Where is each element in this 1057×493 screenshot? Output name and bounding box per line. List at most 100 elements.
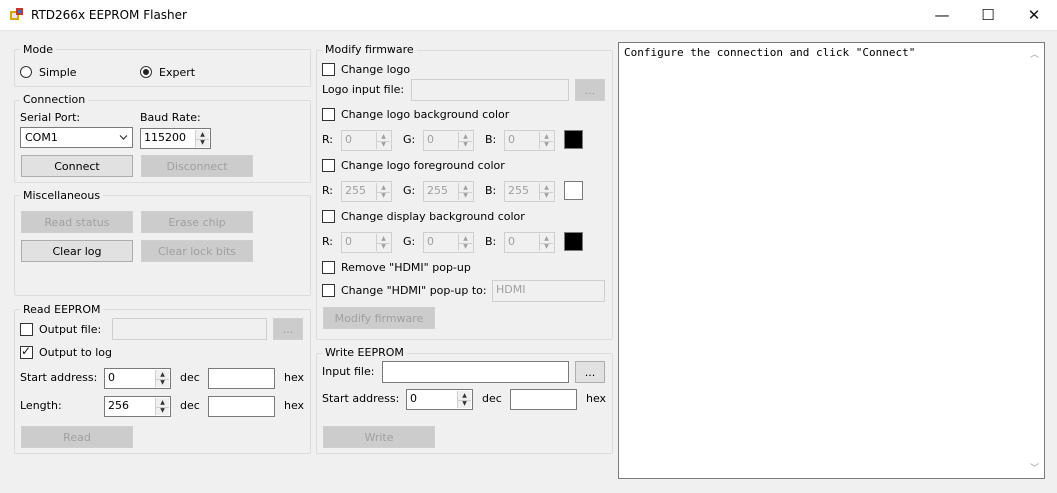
output-to-log-checkbox[interactable] bbox=[20, 344, 33, 359]
remove-hdmi-checkbox[interactable] bbox=[322, 261, 335, 274]
write-start-dec-label: dec bbox=[482, 392, 502, 405]
change-hdmi-checkbox[interactable] bbox=[322, 284, 335, 297]
output-file-checkbox[interactable] bbox=[20, 323, 33, 336]
write-start-hex-input[interactable] bbox=[510, 389, 577, 410]
simple-label[interactable]: Simple bbox=[39, 66, 77, 79]
read-status-button[interactable]: Read status bbox=[21, 211, 133, 233]
write-start-hex-label: hex bbox=[586, 392, 607, 405]
read-start-address-stepper[interactable]: 0 ▲ ▼ bbox=[104, 368, 171, 389]
serial-port-value: COM1 bbox=[25, 131, 58, 144]
output-file-label: Output file: bbox=[39, 323, 102, 336]
logo-input-field[interactable] bbox=[411, 79, 569, 101]
length-label: Length: bbox=[20, 399, 62, 412]
change-display-bg-label: Change display background color bbox=[341, 210, 525, 223]
clear-lock-bits-button[interactable]: Clear lock bits bbox=[141, 240, 253, 262]
spin-down-icon[interactable]: ▼ bbox=[540, 243, 553, 252]
logo-bg-b-stepper[interactable]: 0 ▲ ▼ bbox=[504, 130, 555, 151]
serial-port-label: Serial Port: bbox=[20, 111, 81, 124]
logo-bg-b-label: B: bbox=[485, 133, 497, 146]
spin-down-icon[interactable]: ▼ bbox=[459, 141, 472, 150]
display-bg-color-swatch[interactable] bbox=[564, 232, 583, 251]
close-button[interactable]: ✕ bbox=[1011, 0, 1057, 30]
log-text: Configure the connection and click "Conn… bbox=[624, 46, 916, 59]
expert-label[interactable]: Expert bbox=[159, 66, 195, 79]
minimize-icon: — bbox=[934, 6, 950, 24]
baud-rate-stepper[interactable]: 115200 ▲ ▼ bbox=[140, 128, 211, 149]
log-textarea[interactable]: Configure the connection and click "Conn… bbox=[618, 42, 1045, 479]
logo-fg-r-stepper[interactable]: 255 ▲ ▼ bbox=[341, 181, 392, 202]
change-logo-label: Change logo bbox=[341, 63, 411, 76]
scroll-down-icon[interactable]: ﹀ bbox=[1030, 461, 1039, 474]
logo-fg-g-stepper[interactable]: 255 ▲ ▼ bbox=[423, 181, 474, 202]
modify-firmware-button[interactable]: Modify firmware bbox=[323, 307, 435, 329]
read-start-address-label: Start address: bbox=[20, 371, 98, 384]
window-title: RTD266x EEPROM Flasher bbox=[31, 8, 187, 22]
display-bg-b-value: 0 bbox=[508, 235, 515, 248]
logo-fg-color-swatch[interactable] bbox=[564, 181, 583, 200]
close-icon: ✕ bbox=[1027, 6, 1041, 24]
spin-down-icon[interactable]: ▼ bbox=[377, 243, 390, 252]
disconnect-button[interactable]: Disconnect bbox=[141, 155, 253, 177]
write-start-address-value: 0 bbox=[410, 392, 417, 405]
spin-down-icon[interactable]: ▼ bbox=[156, 379, 169, 388]
read-button[interactable]: Read bbox=[21, 426, 133, 448]
input-file-field[interactable] bbox=[382, 361, 569, 383]
spin-down-icon[interactable]: ▼ bbox=[459, 192, 472, 201]
erase-chip-button[interactable]: Erase chip bbox=[141, 211, 253, 233]
connect-button[interactable]: Connect bbox=[21, 155, 133, 177]
spin-down-icon[interactable]: ▼ bbox=[377, 192, 390, 201]
change-logo-checkbox[interactable] bbox=[322, 63, 335, 76]
change-logo-bg-checkbox[interactable] bbox=[322, 108, 335, 121]
app-icon bbox=[10, 8, 23, 20]
spin-down-icon[interactable]: ▼ bbox=[156, 407, 169, 416]
scroll-up-icon[interactable]: ︿ bbox=[1030, 47, 1039, 60]
display-bg-g-label: G: bbox=[403, 235, 416, 248]
output-file-input[interactable] bbox=[112, 318, 267, 340]
logo-bg-color-swatch[interactable] bbox=[564, 130, 583, 149]
logo-bg-g-stepper[interactable]: 0 ▲ ▼ bbox=[423, 130, 474, 151]
maximize-icon: ☐ bbox=[981, 6, 995, 24]
display-bg-b-stepper[interactable]: 0 ▲ ▼ bbox=[504, 232, 555, 253]
change-display-bg-checkbox[interactable] bbox=[322, 210, 335, 223]
logo-browse-button[interactable]: ... bbox=[575, 79, 605, 101]
minimize-button[interactable]: — bbox=[919, 0, 965, 30]
display-bg-g-stepper[interactable]: 0 ▲ ▼ bbox=[423, 232, 474, 253]
length-stepper[interactable]: 256 ▲ ▼ bbox=[104, 396, 171, 417]
read-eeprom-legend: Read EEPROM bbox=[20, 303, 104, 316]
mode-legend: Mode bbox=[20, 43, 56, 56]
write-start-address-stepper[interactable]: 0 ▲ ▼ bbox=[406, 389, 473, 410]
change-logo-fg-checkbox[interactable] bbox=[322, 159, 335, 172]
read-start-hex-label: hex bbox=[284, 371, 305, 384]
spin-down-icon[interactable]: ▼ bbox=[377, 141, 390, 150]
serial-port-select[interactable]: COM1 bbox=[20, 127, 133, 148]
spin-down-icon[interactable]: ▼ bbox=[196, 139, 209, 148]
logo-bg-g-label: G: bbox=[403, 133, 416, 146]
chevron-down-icon bbox=[119, 135, 128, 140]
spin-down-icon[interactable]: ▼ bbox=[540, 192, 553, 201]
clear-log-button[interactable]: Clear log bbox=[21, 240, 133, 262]
spin-down-icon[interactable]: ▼ bbox=[540, 141, 553, 150]
change-logo-bg-label: Change logo background color bbox=[341, 108, 510, 121]
expert-radio[interactable] bbox=[140, 66, 152, 78]
length-dec-label: dec bbox=[180, 399, 200, 412]
length-hex-label: hex bbox=[284, 399, 305, 412]
spin-down-icon[interactable]: ▼ bbox=[459, 243, 472, 252]
simple-radio[interactable] bbox=[20, 66, 32, 78]
hdmi-text-input[interactable]: HDMI bbox=[492, 280, 605, 302]
spin-down-icon[interactable]: ▼ bbox=[458, 400, 471, 409]
log-scrollbar[interactable]: ︿ ﹀ bbox=[1027, 43, 1044, 478]
write-eeprom-legend: Write EEPROM bbox=[322, 346, 407, 359]
logo-bg-r-stepper[interactable]: 0 ▲ ▼ bbox=[341, 130, 392, 151]
output-to-log-label: Output to log bbox=[39, 346, 113, 359]
logo-bg-r-label: R: bbox=[322, 133, 334, 146]
output-file-browse-button[interactable]: ... bbox=[273, 318, 303, 340]
input-file-browse-button[interactable]: ... bbox=[575, 361, 605, 383]
logo-fg-b-value: 255 bbox=[508, 184, 529, 197]
maximize-button[interactable]: ☐ bbox=[965, 0, 1011, 30]
length-hex-input[interactable] bbox=[208, 396, 275, 417]
logo-fg-b-stepper[interactable]: 255 ▲ ▼ bbox=[504, 181, 555, 202]
logo-bg-b-value: 0 bbox=[508, 133, 515, 146]
display-bg-r-stepper[interactable]: 0 ▲ ▼ bbox=[341, 232, 392, 253]
write-button[interactable]: Write bbox=[323, 426, 435, 448]
read-start-hex-input[interactable] bbox=[208, 368, 275, 389]
